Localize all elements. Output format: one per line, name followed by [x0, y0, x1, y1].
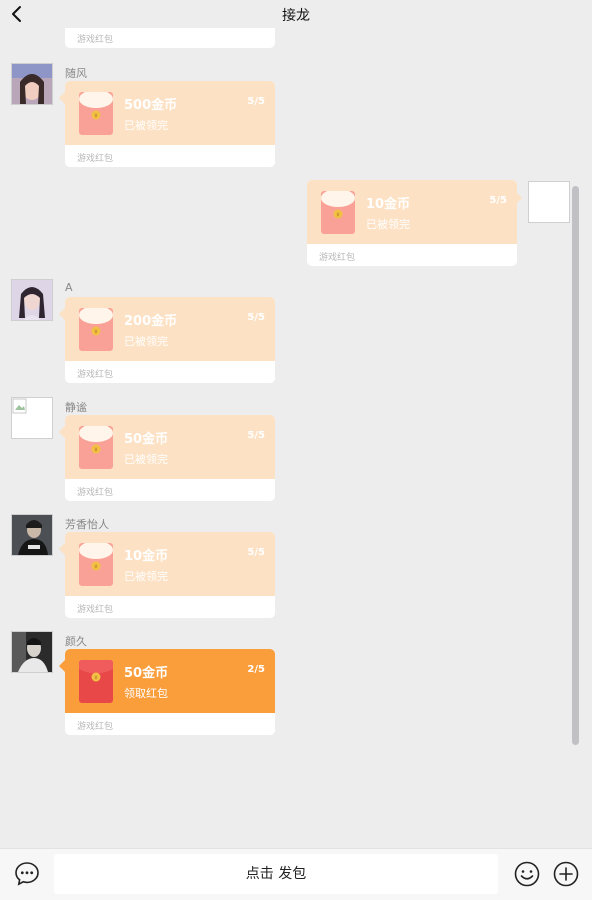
card-amount: 50金币 [124, 432, 169, 447]
red-packet-card[interactable]: ¥ 10金币 已被领完 5/5 游戏红包 [307, 180, 517, 266]
red-envelope-icon: ¥ [79, 660, 113, 703]
card-amount: 200金币 [124, 314, 178, 329]
page-title: 接龙 [282, 8, 310, 24]
svg-text:¥: ¥ [94, 448, 97, 454]
card-status: 领取红包 [124, 687, 168, 700]
avatar[interactable] [11, 279, 53, 321]
svg-text:¥: ¥ [94, 114, 97, 120]
card-count: 5/5 [247, 547, 265, 558]
sender-name: 随风 [65, 67, 87, 80]
avatar-broken-image[interactable] [11, 397, 53, 439]
card-status: 已被领完 [124, 119, 168, 132]
card-count: 2/5 [247, 664, 265, 675]
card-count: 5/5 [247, 96, 265, 107]
svg-text:¥: ¥ [336, 213, 339, 219]
send-packet-input[interactable]: 点击 发包 [54, 854, 498, 894]
card-footer: 游戏红包 [77, 35, 114, 45]
card-amount: 50金币 [124, 666, 169, 681]
avatar[interactable] [11, 514, 53, 556]
red-envelope-icon: ¥ [79, 543, 113, 586]
card-footer: 游戏红包 [307, 244, 517, 266]
red-envelope-icon: ¥ [79, 308, 113, 351]
red-packet-card-active[interactable]: ¥ 50金币 领取红包 2/5 游戏红包 [65, 649, 275, 735]
sender-name: 芳香怡人 [65, 518, 109, 531]
card-status: 已被领完 [124, 335, 168, 348]
red-envelope-icon: ¥ [79, 426, 113, 469]
card-count: 5/5 [247, 430, 265, 441]
red-packet-card-partial[interactable]: 游戏红包 [65, 28, 275, 48]
card-footer: 游戏红包 [65, 361, 275, 383]
red-packet-card[interactable]: ¥ 500金币 已被领完 5/5 游戏红包 [65, 81, 275, 167]
card-status: 已被领完 [366, 218, 410, 231]
card-amount: 10金币 [124, 549, 169, 564]
self-avatar[interactable] [528, 181, 570, 223]
red-envelope-icon: ¥ [79, 92, 113, 135]
plus-circle-icon[interactable] [552, 860, 580, 888]
red-packet-card[interactable]: ¥ 50金币 已被领完 5/5 游戏红包 [65, 415, 275, 501]
header-bar: 接龙 [0, 0, 592, 28]
red-packet-card[interactable]: ¥ 200金币 已被领完 5/5 游戏红包 [65, 297, 275, 383]
card-status: 已被领完 [124, 570, 168, 583]
card-count: 5/5 [247, 312, 265, 323]
svg-text:¥: ¥ [94, 565, 97, 571]
red-packet-card[interactable]: ¥ 10金币 已被领完 5/5 游戏红包 [65, 532, 275, 618]
sender-name: A [65, 281, 73, 294]
voice-message-icon[interactable] [14, 861, 40, 887]
card-amount: 500金币 [124, 98, 178, 113]
card-footer: 游戏红包 [65, 596, 275, 618]
svg-text:¥: ¥ [94, 330, 97, 336]
svg-text:¥: ¥ [94, 676, 97, 682]
red-envelope-icon: ¥ [321, 191, 355, 234]
sender-name: 静谧 [65, 401, 87, 414]
scrollbar[interactable] [572, 186, 579, 745]
sender-name: 颜久 [65, 635, 87, 648]
chat-area[interactable]: 游戏红包 随风 ¥ 500金币 已被领完 5/5 游戏红包 ¥ 10金币 已被领… [0, 0, 592, 848]
card-status: 已被领完 [124, 453, 168, 466]
card-footer: 游戏红包 [65, 145, 275, 167]
card-count: 5/5 [489, 195, 507, 206]
input-bar: 点击 发包 [0, 848, 592, 900]
smiley-icon[interactable] [513, 860, 541, 888]
avatar[interactable] [11, 63, 53, 105]
avatar[interactable] [11, 631, 53, 673]
card-amount: 10金币 [366, 197, 411, 212]
card-footer: 游戏红包 [65, 713, 275, 735]
card-footer: 游戏红包 [65, 479, 275, 501]
